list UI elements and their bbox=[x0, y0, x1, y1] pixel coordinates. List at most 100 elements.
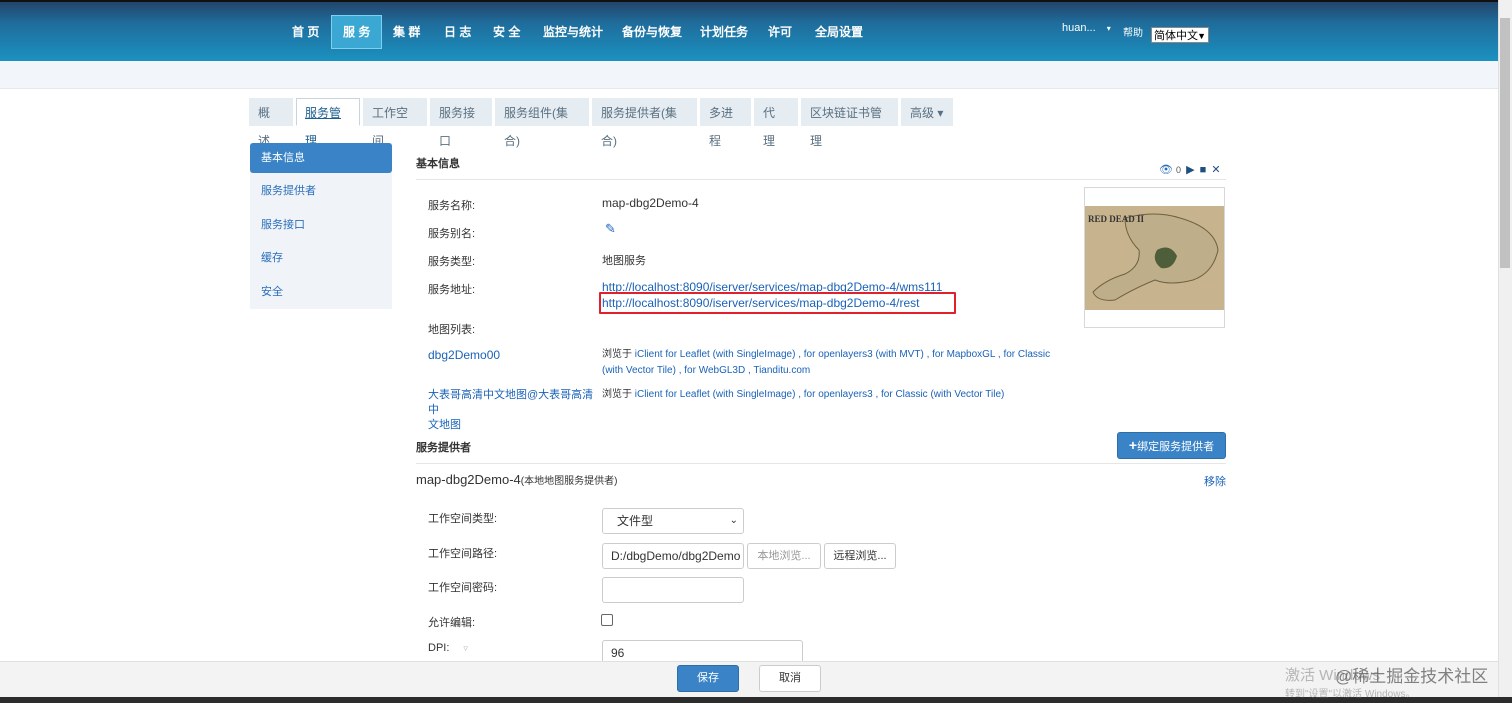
credit-watermark: @稀土掘金技术社区 bbox=[1335, 667, 1489, 686]
nav-scheduled-tasks[interactable]: 计划任务 bbox=[700, 18, 748, 46]
map-link-dbg2demo00[interactable]: dbg2Demo00 bbox=[428, 348, 500, 362]
bind-provider-label: 绑定服务提供者 bbox=[1137, 441, 1215, 453]
sidebar-item-cache[interactable]: 缓存 bbox=[250, 243, 392, 273]
nav-license[interactable]: 许可 bbox=[768, 18, 792, 46]
workspace-password-input[interactable] bbox=[602, 577, 744, 603]
tab-label: 概 述 bbox=[258, 106, 271, 148]
tab-label: 服务接口 bbox=[439, 106, 476, 148]
tab-service-components[interactable]: 服务组件(集合) bbox=[495, 98, 589, 148]
nav-logs[interactable]: 日 志 bbox=[444, 18, 471, 46]
plus-icon: + bbox=[1128, 437, 1138, 453]
service-name-label: 服务名称: bbox=[428, 200, 476, 212]
chevron-down-icon: ⌄ bbox=[729, 515, 738, 526]
tab-label: 多进程 bbox=[709, 106, 734, 148]
service-type-label: 服务类型: bbox=[428, 256, 476, 268]
highlight-box bbox=[599, 292, 956, 314]
sidebar-item-interfaces[interactable]: 服务接口 bbox=[250, 210, 392, 240]
tab-label: 区块链证书管理 bbox=[810, 106, 883, 148]
browse-prefix: 浏览于 bbox=[602, 389, 632, 400]
scrollbar-thumb[interactable] bbox=[1500, 18, 1510, 268]
nav-backup[interactable]: 备份与恢复 bbox=[622, 18, 682, 46]
tab-label: 代 理 bbox=[763, 106, 776, 148]
map-thumbnail: RED DEAD II bbox=[1084, 187, 1225, 328]
nav-security[interactable]: 安 全 bbox=[493, 18, 520, 46]
tab-multi-process[interactable]: 多进程 bbox=[700, 98, 751, 148]
provider-name-text: map-dbg2Demo-4 bbox=[416, 472, 521, 487]
tab-label: 服务管理 bbox=[305, 106, 342, 148]
local-browse-button[interactable]: 本地浏览... bbox=[747, 543, 821, 569]
browse-links-line2[interactable]: (with Vector Tile) , for WebGL3D , Tiand… bbox=[602, 365, 810, 376]
divider bbox=[416, 179, 1226, 180]
dpi-label: DPI: ▿ bbox=[428, 642, 468, 654]
footer-bar bbox=[0, 661, 1498, 699]
view-count: 0 bbox=[1176, 165, 1182, 175]
provider-section-title: 服务提供者 bbox=[416, 442, 471, 454]
windows-activation-subtext: 转到"设置"以激活 Windows。 bbox=[1285, 689, 1416, 700]
tab-service-providers[interactable]: 服务提供者(集合) bbox=[592, 98, 697, 148]
tab-label: 服务提供者(集合) bbox=[601, 106, 677, 148]
tab-service-interface[interactable]: 服务接口 bbox=[430, 98, 492, 148]
workspace-path-input[interactable]: D:/dbgDemo/dbg2Demo bbox=[602, 543, 744, 569]
workspace-password-label: 工作空间密码: bbox=[428, 582, 498, 594]
service-alias-label: 服务别名: bbox=[428, 228, 476, 240]
map-browse-options: 浏览于 iClient for Leaflet (with SingleImag… bbox=[602, 347, 1050, 379]
allow-edit-label: 允许编辑: bbox=[428, 617, 476, 629]
sidebar-item-providers[interactable]: 服务提供者 bbox=[250, 176, 392, 206]
sidebar: 基本信息 服务提供者 服务接口 缓存 安全 bbox=[250, 143, 392, 309]
top-nav-bar bbox=[0, 0, 1498, 63]
remote-browse-button[interactable]: 远程浏览... bbox=[824, 543, 896, 569]
workspace-path-label: 工作空间路径: bbox=[428, 548, 498, 560]
info-icon: ▿ bbox=[463, 643, 468, 653]
close-icon[interactable]: ✕ bbox=[1211, 164, 1220, 176]
map-browse-options-2: 浏览于 iClient for Leaflet (with SingleImag… bbox=[602, 387, 1004, 403]
tab-blockchain-cert[interactable]: 区块链证书管理 bbox=[801, 98, 898, 148]
tab-proxy[interactable]: 代 理 bbox=[754, 98, 798, 148]
cancel-button[interactable]: 取消 bbox=[759, 665, 821, 692]
nav-monitoring[interactable]: 监控与统计 bbox=[543, 18, 603, 46]
workspace-type-value: 文件型 bbox=[617, 514, 654, 528]
tab-overview[interactable]: 概 述 bbox=[249, 98, 293, 148]
service-controls: 👁 0 ▶ ■ ✕ bbox=[1159, 163, 1221, 176]
user-menu[interactable]: huan... ▾ bbox=[1062, 22, 1111, 34]
tab-workspace[interactable]: 工作空间 bbox=[363, 98, 427, 148]
edit-icon[interactable]: ✎ bbox=[605, 221, 616, 237]
language-value: 简体中文 bbox=[1154, 30, 1198, 42]
tab-label: 高级 ▾ bbox=[910, 106, 944, 120]
browse-prefix: 浏览于 bbox=[602, 349, 632, 360]
play-icon[interactable]: ▶ bbox=[1186, 164, 1194, 176]
help-link[interactable]: 帮助 bbox=[1123, 24, 1143, 39]
nav-global-settings[interactable]: 全局设置 bbox=[815, 18, 863, 46]
nav-services[interactable]: 服 务 bbox=[331, 15, 383, 49]
remove-link[interactable]: 移除 bbox=[1204, 473, 1226, 489]
map-name-line1: 大表哥高清中文地图@大表哥高清中 bbox=[428, 389, 594, 416]
map-thumbnail-title: RED DEAD II bbox=[1088, 214, 1145, 224]
tab-service-management[interactable]: 服务管理 bbox=[296, 98, 360, 148]
browse-links-line1[interactable]: iClient for Leaflet (with SingleImage) ,… bbox=[635, 349, 1050, 360]
eye-icon: 👁 bbox=[1159, 164, 1173, 176]
tab-label: 服务组件(集合) bbox=[504, 106, 568, 148]
allow-edit-checkbox[interactable] bbox=[601, 614, 613, 626]
map-thumbnail-image: RED DEAD II bbox=[1085, 206, 1224, 310]
workspace-type-select[interactable]: 文件型 ⌄ bbox=[602, 508, 744, 534]
browse-links-line1[interactable]: iClient for Leaflet (with SingleImage) ,… bbox=[635, 389, 1005, 400]
bind-provider-button[interactable]: +绑定服务提供者 bbox=[1117, 432, 1226, 459]
nav-home[interactable]: 首 页 bbox=[292, 18, 319, 46]
provider-name: map-dbg2Demo-4(本地地图服务提供者) bbox=[416, 472, 617, 487]
sidebar-item-security[interactable]: 安全 bbox=[250, 277, 392, 307]
workspace-type-label: 工作空间类型: bbox=[428, 513, 498, 525]
save-button[interactable]: 保存 bbox=[677, 665, 739, 692]
nav-cluster[interactable]: 集 群 bbox=[393, 18, 420, 46]
map-link-hd-chinese[interactable]: 大表哥高清中文地图@大表哥高清中 文地图 bbox=[428, 388, 603, 433]
language-select[interactable]: 简体中文 ▼ bbox=[1151, 27, 1209, 43]
username: huan... bbox=[1062, 22, 1096, 34]
sidebar-item-basic-info[interactable]: 基本信息 bbox=[250, 143, 392, 173]
caret-down-icon: ▾ bbox=[1106, 24, 1111, 33]
map-list-label: 地图列表: bbox=[428, 324, 476, 336]
basic-info-title: 基本信息 bbox=[416, 158, 460, 170]
tab-advanced[interactable]: 高级 ▾ bbox=[901, 98, 953, 126]
tab-label: 工作空间 bbox=[372, 106, 409, 148]
service-type-value: 地图服务 bbox=[602, 255, 646, 267]
stop-icon[interactable]: ■ bbox=[1200, 164, 1207, 176]
service-address-label: 服务地址: bbox=[428, 284, 476, 296]
sub-header-bar bbox=[0, 61, 1498, 89]
